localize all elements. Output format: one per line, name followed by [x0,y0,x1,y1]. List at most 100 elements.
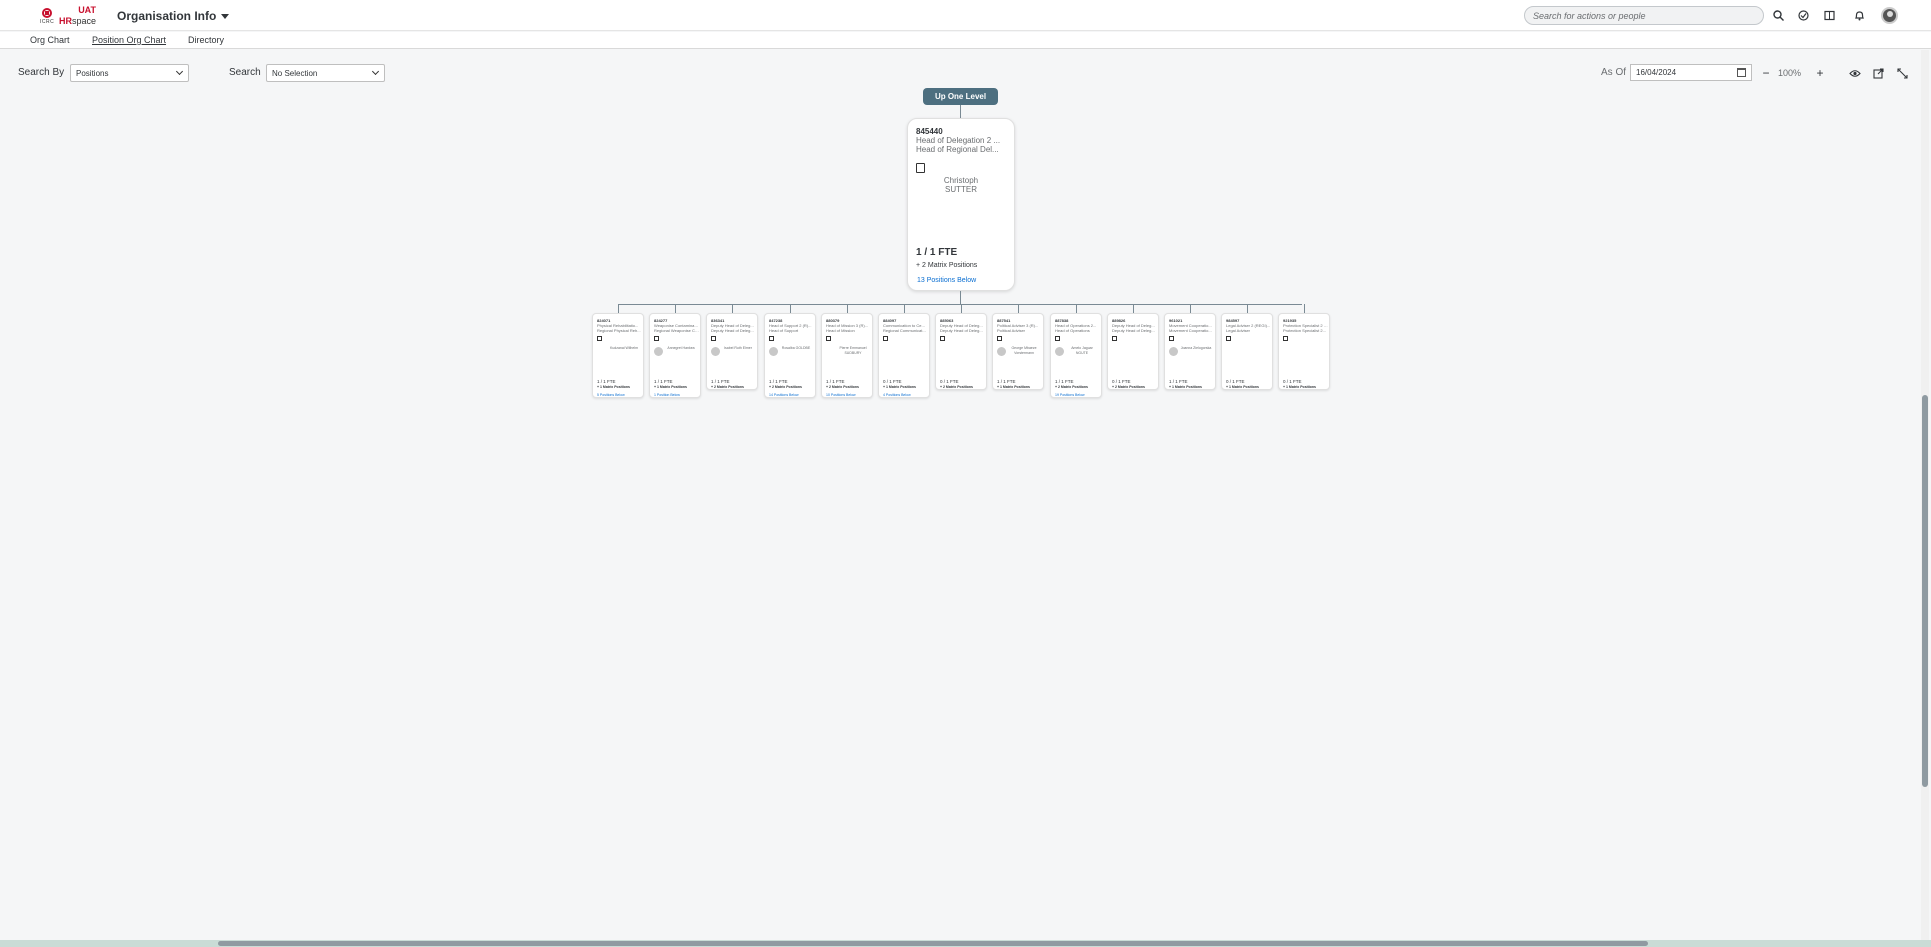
position-subtitle: Protection Specialist 2... [1283,328,1326,333]
vertical-scrollbar[interactable] [1921,50,1929,940]
as-of-date-input[interactable]: 16/04/2024 [1630,64,1752,81]
matrix-positions: + 2 Matrix Positions [826,385,859,389]
position-subtitle: Regional Physical Reh... [597,328,641,333]
todo-icon[interactable] [1796,8,1810,22]
position-subtitle: Head of Support [769,328,799,333]
search-select[interactable]: No Selection [266,64,385,82]
connector-line [1190,304,1191,313]
search-label: Search [229,67,261,78]
position-icon [654,336,659,341]
positions-below-link[interactable]: 5 Positions Below [597,393,625,397]
position-subtitle: Movement Cooperatio... [1169,328,1212,333]
avatar [654,347,663,356]
child-position-card[interactable]: 836341 Deputy Head of Deleg... Deputy Head… [706,313,758,390]
as-of-label: As Of [1601,67,1627,78]
position-icon [826,336,831,341]
scroll-thumb[interactable] [218,941,1648,946]
child-position-card[interactable]: 961021 Movement Cooperatio... Movement Coo… [1164,313,1216,390]
incumbent-name[interactable]: George Mbaeze Vorstermann [1007,346,1041,356]
positions-below-link[interactable]: 13 Positions Below [917,277,976,284]
position-subtitle: Political Adviser [997,328,1026,333]
root-position-card[interactable]: 845440 Head of Delegation 2 ... Head of … [907,118,1015,291]
incumbent-name[interactable]: Isabel Ruth Elmer [721,346,755,351]
position-icon [711,336,716,341]
incumbent-name[interactable]: Kudzanai Wilhelm [607,346,641,351]
child-position-card[interactable]: 824071 Physical Rehabilitatio... Regional … [592,313,644,398]
zoom-out-icon[interactable]: − [1759,66,1773,80]
position-subtitle: Legal Adviser [1226,328,1251,333]
horizontal-scrollbar[interactable] [0,940,1931,947]
matrix-positions: + 1 Matrix Positions [654,385,687,389]
child-position-card[interactable]: 921935 Protection Specialist 2 (... Protec… [1278,313,1330,390]
tab-org-chart[interactable]: Org Chart [30,35,70,45]
connector-line [1304,304,1305,313]
incumbent-name[interactable]: Joanna Zielogorska [1179,346,1213,351]
global-search-input[interactable]: Search for actions or people [1524,6,1764,25]
position-subtitle: Regional Communicat... [883,328,926,333]
positions-below-link[interactable]: 4 Positions Below [883,393,911,397]
search-by-select[interactable]: Positions [70,64,189,82]
matrix-positions: + 2 Matrix Positions [1112,385,1145,389]
avatar [711,347,720,356]
tab-directory[interactable]: Directory [188,35,224,45]
position-subtitle: Deputy Head of Deleg... [940,328,983,333]
matrix-positions: + 1 Matrix Positions [1169,385,1202,389]
up-one-level-button[interactable]: Up One Level [923,88,998,105]
app-logo[interactable]: ICRC UAT HRspace [40,6,96,26]
incumbent-name[interactable]: Rosalba GOLDBE [779,346,813,351]
eye-icon[interactable] [1848,66,1862,80]
fullscreen-icon[interactable] [1895,66,1909,80]
zoom-in-icon[interactable]: + [1813,66,1827,80]
scroll-thumb[interactable] [1922,395,1928,787]
child-position-card[interactable]: 885063 Deputy Head of Deleg... Deputy Head… [935,313,987,390]
matrix-positions: + 1 Matrix Positions [883,385,916,389]
calendar-icon[interactable] [1737,68,1746,77]
fte-count: 1 / 1 FTE [654,379,673,384]
child-position-card[interactable]: 984597 Legal Adviser 2 (REGI)... Legal Adv… [1221,313,1273,390]
position-icon [597,336,602,341]
child-position-card[interactable]: 887541 Political Adviser 3 (R)... Politica… [992,313,1044,390]
fte-count: 1 / 1 FTE [1055,379,1074,384]
position-icon [916,163,925,173]
incumbent-first-name: Christoph [943,176,979,185]
connector-line [618,304,1302,305]
connector-line [960,105,961,118]
fte-count: 0 / 1 FTE [1226,379,1245,384]
incumbent-name[interactable]: Annegret Hankea [664,346,698,351]
position-icon [1169,336,1174,341]
bell-icon[interactable] [1852,8,1866,22]
fte-count: 1 / 1 FTE [1169,379,1188,384]
fte-count: 1 / 1 FTE [711,379,730,384]
position-subtitle: Deputy Head of Deleg... [711,328,754,333]
child-position-card[interactable]: 880379 Head of Mission 3 (R)... Head of Mi… [821,313,873,398]
child-position-card[interactable]: 847238 Head of Support 2 (R)... Head of Su… [764,313,816,398]
tab-position-org-chart[interactable]: Position Org Chart [92,35,166,45]
notes-icon[interactable] [1822,8,1836,22]
incumbent-name[interactable]: Pierre Emmanuel SUDBURY [836,346,870,356]
avatar [769,347,778,356]
matrix-positions: + 1 Matrix Positions [1226,385,1259,389]
child-position-card[interactable]: 887838 Head of Operations 2... Head of Ope… [1050,313,1102,398]
child-position-card[interactable]: 824277 Weaponise Contaminatio... Regional … [649,313,701,398]
position-title: Head of Delegation 2 ... [916,136,1001,145]
position-icon [940,336,945,341]
app-title-menu[interactable]: Organisation Info [117,9,230,23]
position-icon [1112,336,1117,341]
position-subtitle: Head of Operations [1055,328,1090,333]
user-avatar[interactable] [1881,7,1898,24]
zoom-level: 100% [1778,68,1802,78]
child-position-card[interactable]: 884097 Communication to Ce... Regional Com… [878,313,930,398]
positions-below-link[interactable]: 19 Positions Below [1055,393,1085,397]
connector-line [732,304,733,313]
incumbent-name[interactable]: Christoph SUTTER [916,176,1006,194]
search-icon[interactable] [1771,8,1785,22]
positions-below-link[interactable]: 1 Position Below [654,393,680,397]
positions-below-link[interactable]: 14 Positions Below [769,393,799,397]
connector-line [1076,304,1077,313]
connector-line [961,304,962,313]
child-position-card[interactable]: 889826 Deputy Head of Deleg... Deputy Head… [1107,313,1159,390]
matrix-positions: + 2 Matrix Positions [940,385,973,389]
positions-below-link[interactable]: 10 Positions Below [826,393,856,397]
incumbent-name[interactable]: Amelo Jaguar NGUTE [1065,346,1099,356]
export-icon[interactable] [1871,66,1885,80]
